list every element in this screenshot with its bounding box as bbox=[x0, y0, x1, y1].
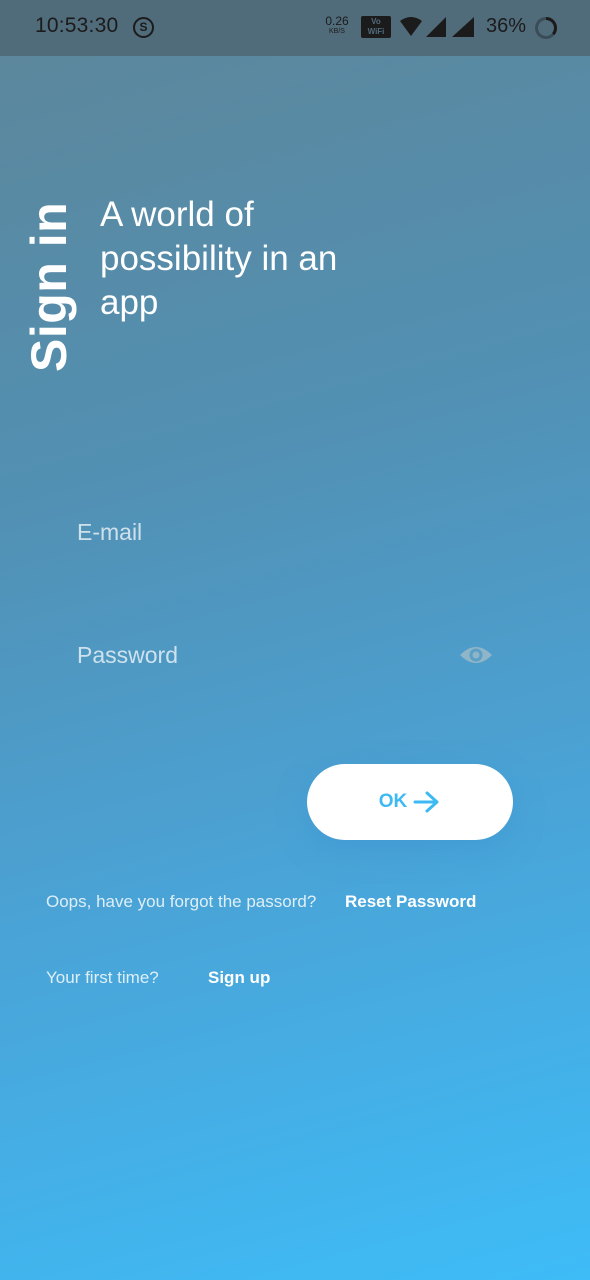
battery-percent: 36% bbox=[486, 15, 527, 37]
eye-icon[interactable] bbox=[459, 642, 493, 668]
reset-password-link[interactable]: Reset Password bbox=[345, 892, 476, 912]
volte-label: Vo bbox=[371, 17, 381, 26]
arrow-right-icon bbox=[413, 791, 439, 813]
wifi-icon bbox=[400, 17, 422, 36]
battery-ring-icon bbox=[535, 17, 557, 39]
network-speed: 0.26 KB/S bbox=[323, 15, 351, 35]
sign-in-title: Sign in bbox=[21, 201, 77, 372]
network-speed-value: 0.26 bbox=[325, 14, 349, 28]
status-time: 10:53:30 bbox=[35, 14, 119, 37]
sign-up-link[interactable]: Sign up bbox=[208, 968, 270, 988]
forgot-password-text: Oops, have you forgot the passord? bbox=[46, 892, 317, 911]
sync-icon: S bbox=[133, 17, 154, 38]
signal-icon bbox=[452, 17, 474, 37]
volte-wifi-label: WiFi bbox=[367, 27, 385, 36]
password-field[interactable] bbox=[77, 630, 497, 680]
email-field[interactable] bbox=[77, 507, 497, 557]
connectivity-icons bbox=[400, 17, 474, 37]
tagline: A world of possibility in an app bbox=[100, 195, 338, 322]
volte-wifi-icon: Vo WiFi bbox=[361, 16, 391, 38]
first-time-text: Your first time? bbox=[46, 968, 159, 987]
network-speed-unit: KB/S bbox=[329, 28, 345, 35]
status-bar: 10:53:30 S 0.26 KB/S Vo WiFi 36% bbox=[0, 0, 590, 56]
signal-icon bbox=[426, 17, 446, 37]
ok-label: OK bbox=[378, 791, 408, 812]
password-field-wrapper bbox=[77, 630, 497, 680]
email-field-wrapper bbox=[77, 507, 497, 557]
ok-button[interactable]: OK bbox=[307, 764, 513, 840]
